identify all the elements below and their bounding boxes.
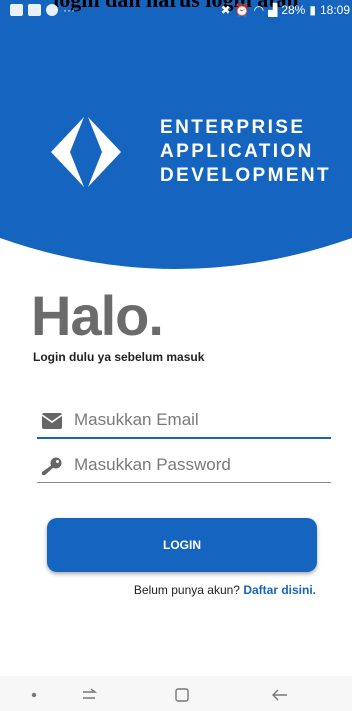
wifi-icon: ◠ [253,3,265,17]
password-placeholder: Masukkan Password [74,455,231,474]
android-navbar [0,676,352,711]
home-icon[interactable] [168,681,196,709]
clock: 18:09 [319,3,350,17]
alarm-icon: ⏰ [234,3,250,17]
recent-apps-icon[interactable] [75,681,103,709]
password-field[interactable]: Masukkan Password [37,450,331,483]
battery-icon: ▮ [309,3,316,17]
register-prompt: Belum punya akun? Daftar disini. [134,583,316,597]
brand-text: ENTERPRISE APPLICATION DEVELOPMENT [160,116,331,188]
brand-line-1: ENTERPRISE [160,117,306,138]
dot-icon[interactable] [20,681,48,709]
register-text: Belum punya akun? [133,583,240,597]
page-title: Halo. [31,284,164,347]
notification-icon [46,4,58,16]
register-link[interactable]: Daftar disini. [243,583,316,597]
key-icon [42,457,62,475]
brand-line-2: APPLICATION [160,141,314,162]
envelope-icon [41,413,63,429]
battery-percentage: 28% [281,3,306,17]
diamond-logo-icon [51,117,121,187]
signal-icon: ▟ [268,3,278,17]
login-button[interactable]: LOGIN [47,518,317,572]
page-subtitle: Login dulu ya sebelum masuk [33,350,205,364]
gallery-icon [10,4,23,16]
brand-line-3: DEVELOPMENT [160,165,332,186]
more-notifications: ··· [63,3,75,17]
email-field[interactable]: Masukkan Email [37,405,331,439]
email-placeholder: Masukkan Email [74,410,199,429]
back-icon[interactable] [266,681,294,709]
photo-icon [28,4,41,16]
status-bar: ··· ✖ ⏰ ◠ ▟ 28% ▮ 18:09 [0,0,352,22]
brand-logo: ENTERPRISE APPLICATION DEVELOPMENT [45,112,335,202]
mute-icon: ✖ [220,3,231,17]
